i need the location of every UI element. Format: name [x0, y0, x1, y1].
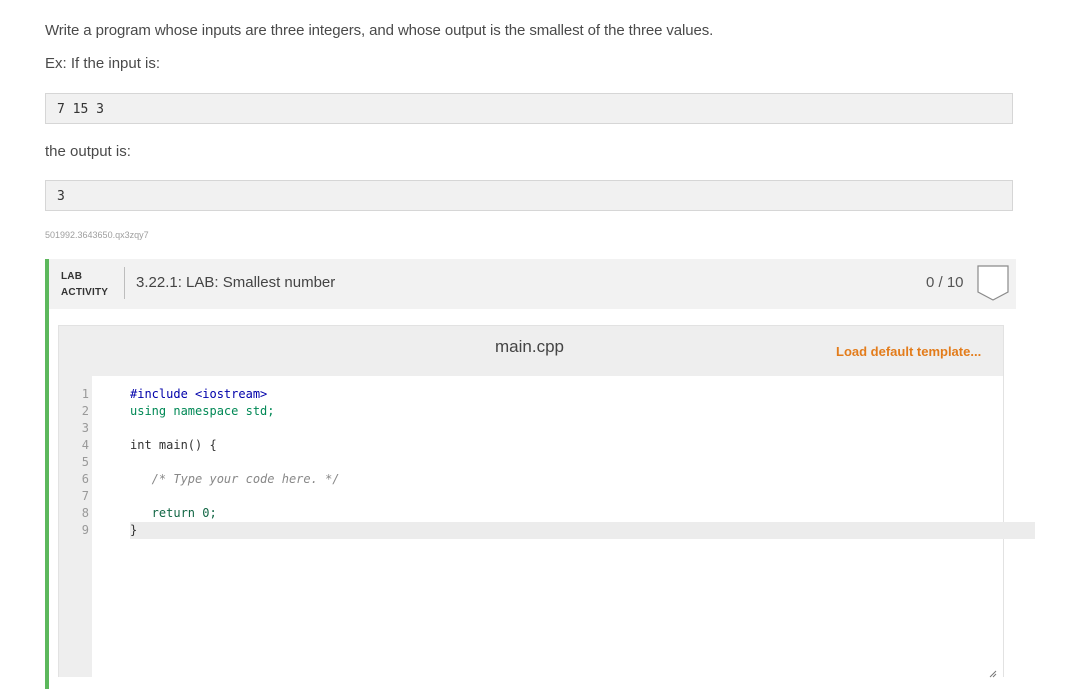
code-line[interactable]: using namespace std;: [130, 403, 1035, 420]
lab-activity-header: LAB ACTIVITY 3.22.1: LAB: Smallest numbe…: [45, 259, 1016, 309]
line-number: 4: [81, 438, 89, 452]
code-line[interactable]: #include <iostream>: [130, 386, 1035, 403]
code-line-text: using namespace std;: [130, 404, 275, 418]
example-output-box: 3: [45, 180, 1013, 211]
example-input-box: 7 15 3: [45, 93, 1013, 124]
resize-handle-icon[interactable]: [989, 665, 997, 678]
activity-id: 501992.3643650.qx3zqy7: [45, 230, 149, 240]
code-lines[interactable]: #include <iostream> using namespace std;…: [130, 386, 1035, 539]
header-divider: [124, 267, 125, 299]
lab-tag-line2: ACTIVITY: [61, 287, 109, 298]
score-badge-icon: [977, 265, 1009, 301]
load-default-template-link[interactable]: Load default template...: [836, 344, 981, 359]
line-number: 7: [81, 489, 89, 503]
code-line[interactable]: [130, 420, 1035, 437]
problem-description: Write a program whose inputs are three i…: [45, 22, 714, 39]
line-number: 3: [81, 421, 89, 435]
line-number: 2: [81, 404, 89, 418]
code-line-text: int main() {: [130, 438, 217, 452]
code-line-text: }: [130, 523, 138, 537]
code-editor-panel: main.cpp Load default template... 1 2 3 …: [58, 325, 1035, 678]
lab-tag-line1: LAB: [61, 271, 83, 282]
code-line[interactable]: return 0;: [130, 505, 1035, 522]
file-name-tab[interactable]: main.cpp: [495, 337, 564, 357]
code-line-active[interactable]: }: [130, 522, 1035, 539]
code-line-text: return 0;: [130, 506, 217, 520]
code-text-area[interactable]: #include <iostream> using namespace std;…: [92, 376, 1035, 678]
line-number: 9: [81, 523, 89, 537]
lab-title: 3.22.1: LAB: Smallest number: [136, 274, 336, 291]
editor-toolbar: main.cpp Load default template...: [59, 326, 1003, 376]
code-line-text: /* Type your code here. */: [130, 472, 340, 486]
code-line[interactable]: int main() {: [130, 437, 1035, 454]
line-numbers: 1 2 3 4 5 6 7 8 9: [59, 386, 89, 539]
line-number: 5: [81, 455, 89, 469]
line-number: 6: [81, 472, 89, 486]
line-number-gutter: 1 2 3 4 5 6 7 8 9: [59, 376, 92, 677]
code-line[interactable]: [130, 488, 1035, 505]
code-line-text: #include <iostream>: [130, 387, 268, 401]
code-line[interactable]: [130, 454, 1035, 471]
example-input-label: Ex: If the input is:: [45, 55, 161, 72]
lab-score: 0 / 10: [926, 274, 964, 291]
line-number: 8: [81, 506, 89, 520]
lab-activity-tag: LAB ACTIVITY: [61, 269, 108, 301]
code-line[interactable]: /* Type your code here. */: [130, 471, 1035, 488]
example-output-label: the output is:: [45, 143, 131, 160]
line-number: 1: [81, 387, 89, 401]
